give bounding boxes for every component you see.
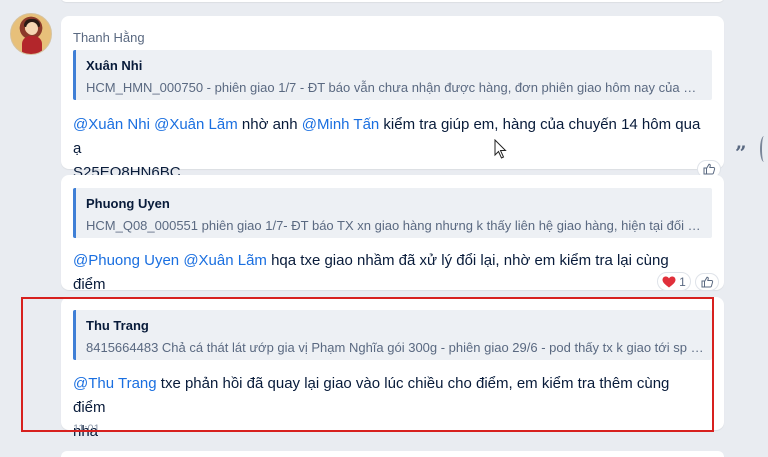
mention[interactable]: @Minh Tấn <box>302 116 379 133</box>
message-bubble[interactable]: Thanh Hằng Xuân Nhi HCM_HMN_000750 - phi… <box>61 16 724 181</box>
react-button[interactable] <box>695 273 719 291</box>
highlight-box <box>21 297 714 432</box>
mention[interactable]: @Xuân Lãm <box>154 116 238 133</box>
heart-icon <box>662 276 676 287</box>
quoted-text: HCM_HMN_000750 - phiên giao 1/7 - ĐT báo… <box>86 80 704 95</box>
quoted-text: HCM_Q08_000551 phiên giao 1/7- ĐT báo TX… <box>86 218 704 233</box>
message-bubble[interactable]: Phuong Uyen HCM_Q08_000551 phiên giao 1/… <box>61 175 724 293</box>
message-text: @Phuong Uyen @Xuân Lãm hqa txe giao nhầm… <box>73 249 703 297</box>
quoted-message[interactable]: Xuân Nhi HCM_HMN_000750 - phiên giao 1/7… <box>73 50 712 100</box>
reaction-count: 1 <box>679 274 686 289</box>
message-bubble-previous <box>61 0 724 2</box>
sender-name: Thanh Hằng <box>73 30 145 45</box>
thumbs-up-icon <box>703 163 715 175</box>
quoted-author: Xuân Nhi <box>86 58 143 73</box>
mouse-cursor-icon <box>494 138 508 164</box>
quote-icon[interactable]: ” <box>735 141 747 165</box>
message-bubble-next <box>61 451 724 457</box>
avatar-face <box>26 22 38 35</box>
mention[interactable]: @Xuân Lãm <box>183 252 267 269</box>
thumbs-up-icon <box>701 276 713 288</box>
quoted-author: Phuong Uyen <box>86 196 170 211</box>
message-text-part: nhờ anh <box>237 116 302 133</box>
mention[interactable]: @Xuân Nhi <box>73 116 150 133</box>
avatar-robe <box>22 36 42 54</box>
mention[interactable]: @Phuong Uyen <box>73 252 179 269</box>
avatar[interactable] <box>10 13 52 55</box>
quoted-message[interactable]: Phuong Uyen HCM_Q08_000551 phiên giao 1/… <box>73 188 712 238</box>
reaction-badge[interactable]: 1 <box>657 272 691 291</box>
scroll-edge <box>760 136 768 162</box>
